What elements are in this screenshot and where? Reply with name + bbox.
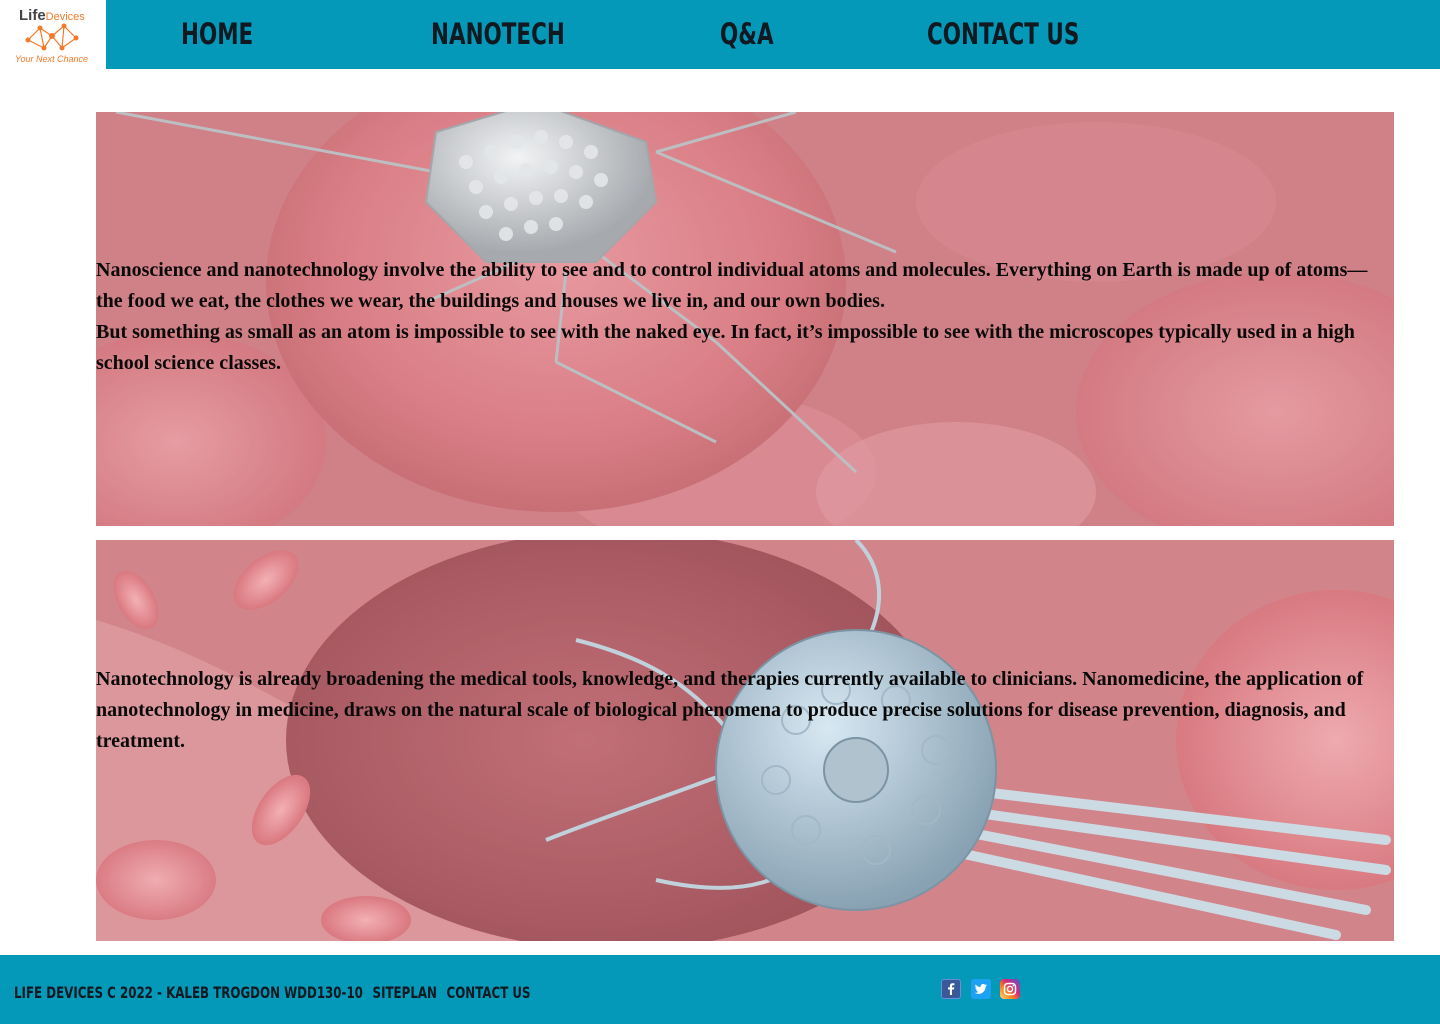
intro-paragraph: Nanoscience and nanotechnology involve t… [96,259,1368,374]
twitter-icon[interactable] [971,979,991,999]
molecule-network-icon [25,23,79,51]
footer-line: LIFE DEVICES C 2022 - KALEB TROGDON WDD1… [14,983,540,1003]
nav-nanotech-link[interactable]: NANOTECH [431,14,565,54]
nav-contact-link[interactable]: CONTACT US [927,14,1079,54]
medicine-paragraph: Nanotechnology is already broadening the… [96,668,1364,752]
footer-siteplan-link[interactable]: SITEPLAN [373,983,437,1002]
nav-qa-link[interactable]: Q&A [720,14,774,54]
top-nav: LifeDevices Your Next Chance HOME NANOTE… [0,0,1440,69]
site-logo[interactable]: LifeDevices Your Next Chance [0,0,106,69]
site-footer: LIFE DEVICES C 2022 - KALEB TROGDON WDD1… [0,955,1440,1024]
medicine-panel: Nanotechnology is already broadening the… [96,540,1394,941]
footer-contact-link[interactable]: CONTACT US [447,983,531,1002]
nav-home-link[interactable]: HOME [181,14,253,54]
footer-credit: LIFE DEVICES C 2022 - KALEB TROGDON WDD1… [14,983,363,1002]
instagram-icon[interactable] [1000,979,1020,999]
intro-panel: Nanoscience and nanotechnology involve t… [96,112,1394,526]
logo-tagline: Your Next Chance [15,54,89,64]
facebook-icon[interactable] [941,979,961,999]
